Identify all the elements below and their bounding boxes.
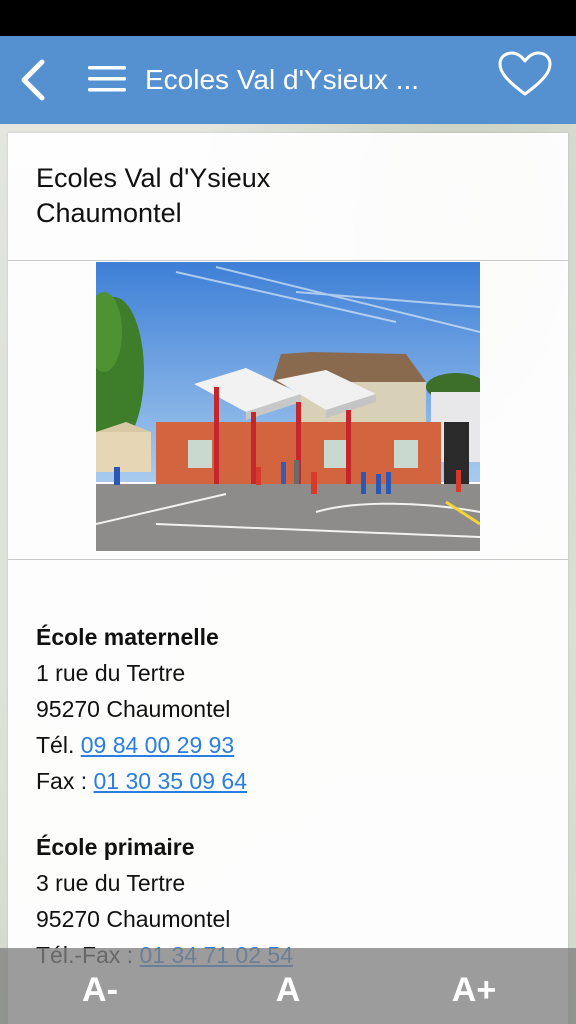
maternelle-tel-link[interactable]: 09 84 00 29 93	[81, 732, 234, 758]
back-button[interactable]	[18, 54, 54, 106]
heart-outline-icon	[498, 51, 552, 96]
page-title: Ecoles Val d'Ysieux ...	[145, 64, 420, 95]
maternelle-heading: École maternelle	[36, 624, 219, 650]
divider	[8, 559, 568, 560]
font-size-bar: A- A A+	[0, 948, 576, 1024]
card-title: Ecoles Val d'Ysieux Chaumontel	[36, 161, 516, 231]
school-building-photo	[96, 262, 480, 551]
increase-font-button[interactable]: A+	[434, 968, 514, 1012]
primaire-city: 95270 Chaumontel	[36, 906, 231, 932]
menu-button[interactable]	[86, 62, 128, 96]
fax-label: Fax :	[36, 768, 88, 794]
decrease-font-button[interactable]: A-	[60, 968, 140, 1012]
content-card: Ecoles Val d'Ysieux Chaumontel École mat…	[8, 133, 568, 1024]
maternelle-fax-link[interactable]: 01 30 35 09 64	[94, 768, 247, 794]
card-title-line2: Chaumontel	[36, 198, 182, 228]
favorite-button[interactable]	[496, 50, 554, 100]
maternelle-address: 1 rue du Tertre	[36, 660, 186, 686]
tel-label: Tél.	[36, 732, 75, 758]
navigation-bar: Ecoles Val d'Ysieux ...	[0, 36, 576, 124]
contact-info: École maternelle 1 rue du Tertre 95270 C…	[36, 619, 556, 973]
card-title-line1: Ecoles Val d'Ysieux	[36, 163, 271, 193]
normal-font-button[interactable]: A	[248, 968, 328, 1012]
status-bar	[0, 0, 576, 36]
maternelle-fax-line: Fax : 01 30 35 09 64	[36, 763, 556, 799]
divider	[8, 260, 568, 261]
hamburger-menu-icon	[88, 66, 126, 92]
maternelle-city: 95270 Chaumontel	[36, 696, 231, 722]
maternelle-tel-line: Tél. 09 84 00 29 93	[36, 727, 556, 763]
chevron-left-icon	[21, 59, 45, 101]
primaire-heading: École primaire	[36, 834, 195, 860]
primaire-address: 3 rue du Tertre	[36, 870, 186, 896]
